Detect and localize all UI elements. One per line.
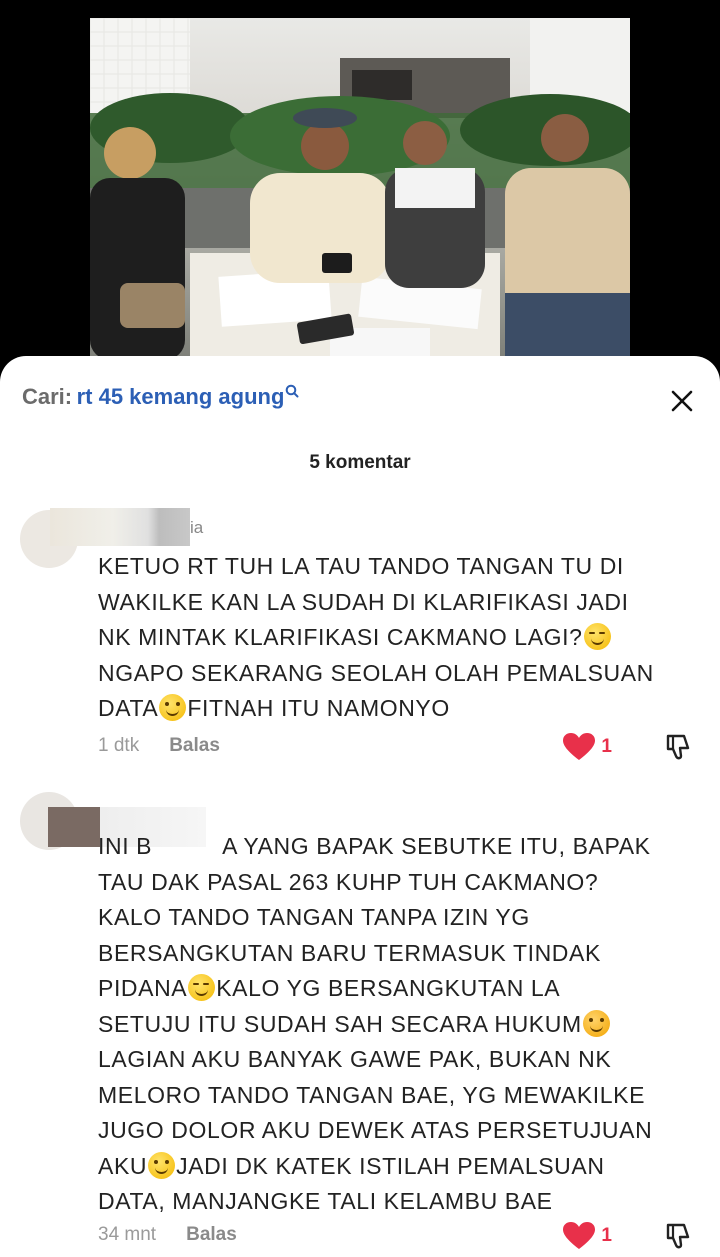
comment-line: KETUO RT TUH LA TAU TANDO TANGAN TU DI (98, 553, 624, 579)
video-scene-image (90, 18, 630, 360)
like-button[interactable]: 1 (563, 733, 612, 761)
comment-line: SETUJU ITU SUDAH SAH SECARA HUKUM (98, 1010, 582, 1037)
comment-meta: 1 dtk Balas (98, 735, 220, 761)
like-count: 1 (601, 1225, 612, 1246)
dislike-button[interactable] (664, 732, 694, 762)
redacted-username-block (48, 807, 100, 847)
smiling-hearts-emoji (582, 1009, 610, 1037)
comment-line: KALO TANDO TANGAN TANPA IZIN YG (98, 904, 530, 930)
comment-line: A YANG BAPAK SEBUTKE ITU, BAPAK (222, 833, 651, 859)
comment-text: KETUO RT TUH LA TAU TANDO TANGAN TU DI W… (98, 549, 698, 727)
username[interactable]: ia (190, 518, 203, 538)
video-frame (90, 18, 630, 360)
comment-line: INI B (98, 833, 153, 859)
comment-item: ia KETUO RT TUH LA TAU TANDO TANGAN TU D… (0, 506, 720, 766)
comment-line: BERSANGKUTAN BARU TERMASUK TINDAK (98, 939, 601, 966)
comment-line: NGAPO SEKARANG SEOLAH OLAH PEMALSUAN (98, 659, 654, 686)
dislike-button[interactable] (664, 1221, 694, 1251)
heart-icon (563, 1222, 596, 1249)
search-term-link[interactable]: rt 45 kemang agung (77, 384, 285, 409)
comment-time: 34 mnt (98, 1224, 157, 1245)
comment-line: JADI DK KATEK ISTILAH PEMALSUAN (176, 1152, 605, 1179)
comment-text: INI B A YANG BAPAK SEBUTKE ITU, BAPAK TAU… (98, 829, 698, 1220)
video-player[interactable] (0, 0, 720, 390)
close-icon (671, 390, 693, 412)
search-label: Cari: (22, 384, 73, 409)
comment-item: INI B A YANG BAPAK SEBUTKE ITU, BAPAK TAU… (0, 792, 720, 1257)
comment-line: AKU (98, 1152, 148, 1179)
search-icon[interactable] (285, 384, 299, 402)
reply-button[interactable]: Balas (186, 1224, 237, 1245)
comment-line: WAKILKE KAN LA SUDAH DI KLARIFIKASI JADI (98, 588, 629, 615)
heart-icon (563, 733, 596, 760)
comment-line: DATA, MANJANGKE TALI KELAMBU BAE (98, 1188, 553, 1214)
dislike-icon (666, 1223, 690, 1249)
comment-line: KALO YG BERSANGKUTAN LA (216, 975, 561, 1001)
dislike-icon (666, 734, 690, 760)
comments-sheet: Cari: rt 45 kemang agung 5 komentar ia K… (0, 356, 720, 1257)
comment-line: DATA (98, 695, 159, 721)
comment-line: NK MINTAK KLARIFIKASI CAKMANO LAGI? (98, 624, 583, 650)
smile-emoji (148, 1151, 176, 1179)
comment-line: TAU DAK PASAL 263 KUHP TUH CAKMANO? (98, 868, 599, 895)
like-button[interactable]: 1 (563, 1222, 612, 1250)
comment-line: FITNAH ITU NAMONYO (187, 695, 450, 721)
comment-line: JUGO DOLOR AKU DEWEK ATAS PERSETUJUAN (98, 1117, 653, 1143)
comment-line: PIDANA (98, 975, 188, 1001)
redacted-username-block (50, 508, 190, 546)
reply-button[interactable]: Balas (169, 735, 220, 756)
comment-meta: 34 mnt Balas (98, 1224, 237, 1250)
like-count: 1 (601, 736, 612, 757)
close-button[interactable] (666, 384, 698, 418)
blushing-smile-emoji (583, 623, 611, 650)
smile-emoji (159, 694, 187, 721)
comment-time: 1 dtk (98, 735, 140, 756)
blushing-smile-emoji (188, 974, 216, 1001)
comment-line: MELORO TANDO TANGAN BAE, YG MEWAKILKE (98, 1081, 646, 1108)
comment-count: 5 komentar (309, 452, 411, 473)
search-bar[interactable]: Cari: rt 45 kemang agung (22, 384, 698, 418)
comment-line: LAGIAN AKU BANYAK GAWE PAK, BUKAN NK (98, 1046, 612, 1072)
